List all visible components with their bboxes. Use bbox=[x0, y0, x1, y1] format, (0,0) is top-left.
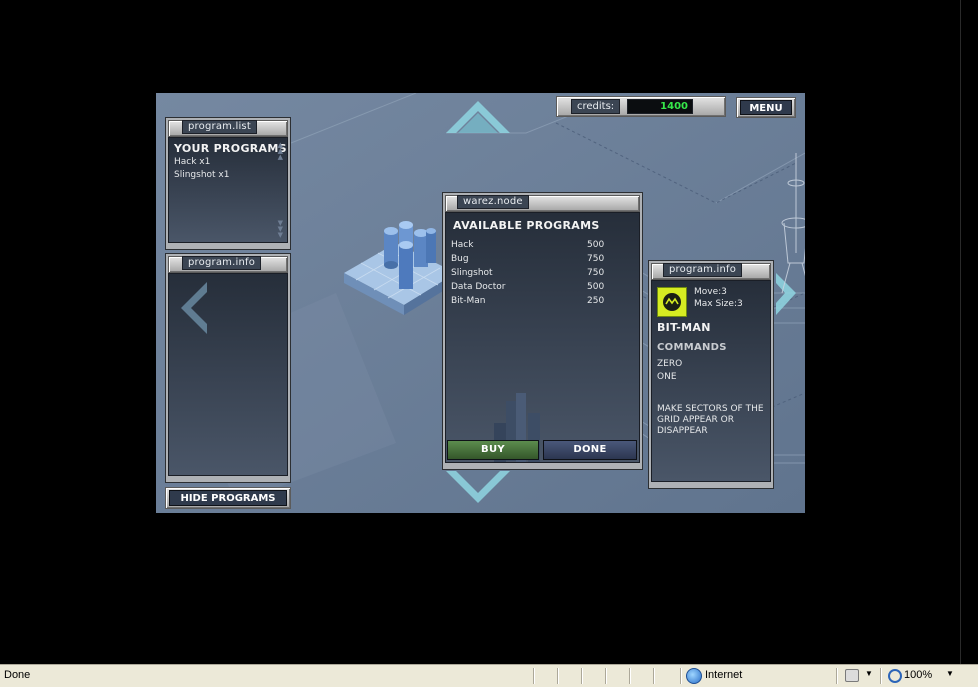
shop-item-name: Bug bbox=[451, 254, 469, 264]
lock-icon[interactable] bbox=[845, 669, 859, 682]
shop-list: Hack 500 Bug 750 Slingshot 750 Data Doct… bbox=[451, 239, 627, 309]
program-info-right-tab: program.info bbox=[663, 263, 743, 277]
program-info-left-content bbox=[168, 273, 288, 476]
credits-label: credits: bbox=[571, 99, 621, 114]
program-name: BIT-MAN bbox=[657, 321, 711, 334]
hide-programs-button-frame[interactable]: HIDE PROGRAMS bbox=[165, 487, 291, 509]
credits-value: 1400 bbox=[627, 99, 693, 114]
done-button[interactable]: DONE bbox=[543, 440, 637, 460]
warez-node-content: AVAILABLE PROGRAMS Hack 500 Bug 750 Slin… bbox=[445, 212, 640, 463]
shop-row[interactable]: Slingshot 750 bbox=[451, 267, 627, 281]
menu-button-frame[interactable]: MENU bbox=[736, 97, 796, 118]
shop-item-name: Bit-Man bbox=[451, 296, 486, 306]
chevron-left-icon bbox=[181, 282, 207, 334]
status-text: Done bbox=[4, 669, 31, 681]
shop-item-name: Slingshot bbox=[451, 268, 493, 278]
commands-heading: COMMANDS bbox=[657, 342, 727, 353]
status-divider bbox=[680, 668, 682, 684]
status-divider bbox=[880, 668, 882, 684]
warez-node-tab: warez.node bbox=[457, 195, 529, 209]
warez-node-panel: warez.node AVAILABLE PROGRAMS Hack 500 B… bbox=[442, 192, 643, 470]
shop-item-price: 500 bbox=[587, 282, 605, 292]
shop-item-name: Hack bbox=[451, 240, 474, 250]
shop-row[interactable]: Bug 750 bbox=[451, 253, 627, 267]
globe-icon bbox=[686, 668, 702, 684]
program-info-left-panel: program.info bbox=[165, 253, 291, 483]
menu-button[interactable]: MENU bbox=[740, 100, 792, 115]
status-divider bbox=[557, 668, 559, 684]
program-list-content: YOUR PROGRAMS Hack x1 Slingshot x1 ▲ ▲ ▲ ▼… bbox=[168, 137, 288, 243]
available-programs-heading: AVAILABLE PROGRAMS bbox=[453, 219, 600, 232]
your-programs-heading: YOUR PROGRAMS bbox=[174, 142, 287, 155]
browser-viewport: credits: 1400 MENU program.list YOUR PRO… bbox=[0, 0, 978, 664]
shop-row[interactable]: Data Doctor 500 bbox=[451, 281, 627, 295]
scroll-down-arrows-icon[interactable]: ▼ ▼ ▼ bbox=[278, 220, 283, 239]
chevron-down-icon[interactable]: ▼ bbox=[865, 669, 873, 678]
program-list-panel: program.list YOUR PROGRAMS Hack x1 Sling… bbox=[165, 117, 291, 250]
scrollbar[interactable] bbox=[960, 0, 978, 664]
status-divider bbox=[581, 668, 583, 684]
program-info-left-tab: program.info bbox=[182, 256, 262, 270]
command-description: MAKE SECTORS OF THE GRID APPEAR OR DISAP… bbox=[657, 404, 764, 436]
command-item[interactable]: ZERO bbox=[657, 358, 682, 371]
shop-row[interactable]: Bit-Man 250 bbox=[451, 295, 627, 309]
status-divider bbox=[533, 668, 535, 684]
shop-item-price: 250 bbox=[587, 296, 605, 306]
program-info-right-content: Move:3 Max Size:3 BIT-MAN COMMANDS ZERO … bbox=[651, 280, 771, 482]
hide-programs-button[interactable]: HIDE PROGRAMS bbox=[169, 490, 287, 506]
program-max-size-stat: Max Size:3 bbox=[694, 299, 743, 309]
status-divider bbox=[629, 668, 631, 684]
credits-bar: credits: 1400 bbox=[556, 96, 726, 117]
shop-row[interactable]: Hack 500 bbox=[451, 239, 627, 253]
shop-item-price: 750 bbox=[587, 268, 605, 278]
game-canvas[interactable]: credits: 1400 MENU program.list YOUR PRO… bbox=[156, 93, 805, 513]
zone-label: Internet bbox=[705, 669, 743, 681]
program-list-tab: program.list bbox=[182, 120, 257, 134]
bitman-icon bbox=[657, 287, 687, 317]
shop-item-price: 500 bbox=[587, 240, 605, 250]
zoom-level[interactable]: 100% bbox=[904, 669, 932, 681]
status-divider bbox=[836, 668, 838, 684]
zoom-icon[interactable] bbox=[888, 669, 902, 683]
shop-item-price: 750 bbox=[587, 254, 605, 264]
buy-button[interactable]: BUY bbox=[447, 440, 539, 460]
status-divider bbox=[605, 668, 607, 684]
shop-item-name: Data Doctor bbox=[451, 282, 506, 292]
status-bar: Done Internet ▼ 100% ▼ bbox=[0, 664, 978, 687]
program-info-right-panel: program.info Move:3 Max Size:3 BIT-MAN C… bbox=[648, 260, 774, 489]
program-list-item[interactable]: Hack x1 bbox=[174, 156, 210, 169]
status-divider bbox=[653, 668, 655, 684]
command-item[interactable]: ONE bbox=[657, 371, 677, 384]
chevron-down-icon[interactable]: ▼ bbox=[946, 669, 954, 678]
program-list-item[interactable]: Slingshot x1 bbox=[174, 169, 229, 182]
scroll-up-arrows-icon[interactable]: ▲ ▲ ▲ bbox=[278, 142, 283, 161]
